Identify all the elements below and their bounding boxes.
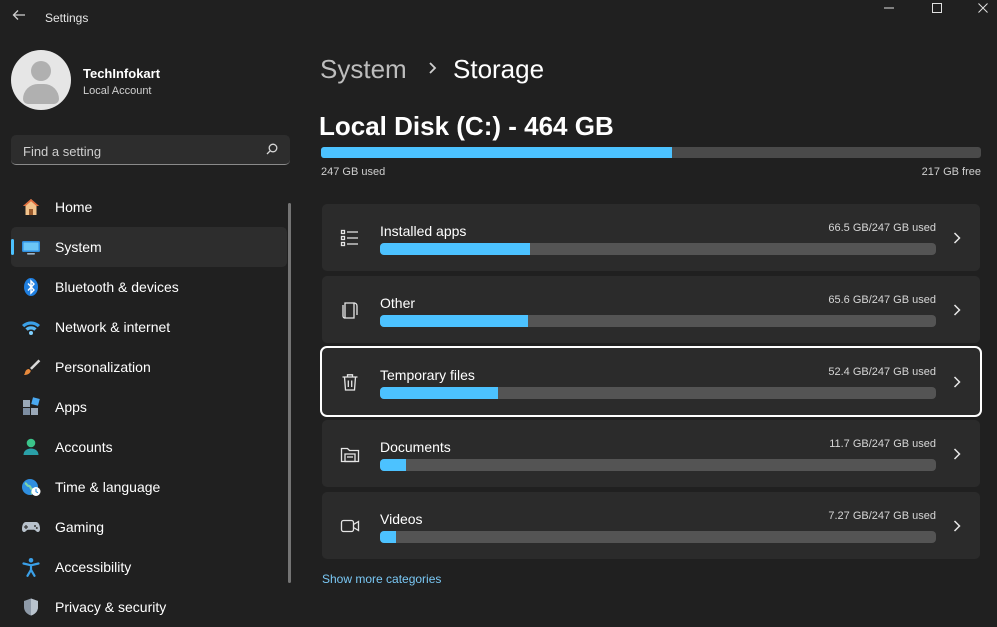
user-name: TechInfokart (83, 66, 161, 81)
category-usage-bar (380, 243, 936, 255)
sidebar-item-label: Apps (55, 399, 87, 415)
document-icon (342, 302, 358, 319)
window-title: Settings (45, 11, 89, 25)
bluetooth-icon (24, 278, 38, 296)
category-videos[interactable]: Videos 7.27 GB/247 GB used (322, 492, 980, 559)
chevron-right-icon (429, 62, 437, 74)
sidebar-nav: Home System Bluetooth & devices Network … (11, 187, 287, 627)
show-more-categories-link[interactable]: Show more categories (322, 572, 441, 586)
sidebar-item-bluetooth[interactable]: Bluetooth & devices (11, 267, 287, 307)
globe-icon (22, 479, 41, 496)
avatar[interactable] (11, 50, 71, 110)
category-label: Documents (380, 439, 451, 455)
category-size: 65.6 GB/247 GB used (828, 294, 936, 306)
category-size: 11.7 GB/247 GB used (829, 438, 936, 450)
folder-icon (340, 447, 360, 463)
disk-free-label: 217 GB free (921, 166, 981, 178)
storage-category-list: Installed apps 66.5 GB/247 GB used Other… (320, 204, 982, 564)
sidebar-item-label: Personalization (55, 359, 151, 375)
back-arrow-icon[interactable] (10, 8, 28, 26)
sidebar-item-label: Accounts (55, 439, 113, 455)
disk-used-label: 247 GB used (321, 166, 386, 178)
category-usage-bar (380, 459, 936, 471)
avatar-head-shape (31, 61, 51, 81)
sidebar-item-gaming[interactable]: Gaming (11, 507, 287, 547)
sidebar-item-network[interactable]: Network & internet (11, 307, 287, 347)
category-usage-fill (380, 315, 528, 327)
minimize-button[interactable] (866, 2, 912, 20)
wifi-icon (22, 321, 40, 335)
search-input[interactable] (21, 140, 265, 162)
chevron-right-icon (953, 376, 961, 388)
sidebar-item-label: Network & internet (55, 319, 171, 335)
category-label: Other (380, 295, 416, 311)
chevron-right-icon (953, 448, 961, 460)
disk-usage-bar (321, 147, 981, 158)
category-installed-apps[interactable]: Installed apps 66.5 GB/247 GB used (322, 204, 980, 271)
brush-icon (24, 359, 41, 376)
sidebar-item-label: Home (55, 199, 93, 215)
chevron-right-icon (953, 520, 961, 532)
close-button[interactable] (960, 2, 997, 20)
sidebar-item-accessibility[interactable]: Accessibility (11, 547, 287, 587)
account-type: Local Account (83, 85, 152, 97)
sidebar-item-label: Gaming (55, 519, 105, 535)
search-icon[interactable] (266, 143, 278, 155)
sidebar-item-system[interactable]: System (11, 227, 287, 267)
accounts-icon (23, 438, 39, 455)
sidebar-item-home[interactable]: Home (11, 187, 287, 227)
sidebar-item-label: System (55, 239, 102, 255)
sidebar-item-privacy-security[interactable]: Privacy & security (11, 587, 287, 627)
sidebar-item-personalization[interactable]: Personalization (11, 347, 287, 387)
system-icon (22, 241, 40, 255)
category-usage-bar (380, 531, 936, 543)
category-usage-fill (380, 243, 530, 255)
category-usage-fill (380, 531, 397, 543)
category-usage-fill (380, 459, 407, 471)
maximize-button[interactable] (914, 2, 960, 20)
sidebar-item-time-language[interactable]: Time & language (11, 467, 287, 507)
apps-icon (23, 397, 40, 415)
category-temporary-files[interactable]: Temporary files 52.4 GB/247 GB used (320, 346, 982, 417)
breadcrumb-parent[interactable]: System (320, 54, 407, 85)
search-box[interactable] (11, 135, 290, 165)
category-usage-bar (380, 315, 936, 327)
page-title: Storage (453, 54, 545, 84)
category-size: 66.5 GB/247 GB used (828, 222, 936, 234)
title-bar: Settings (0, 0, 997, 36)
sidebar-scrollbar[interactable] (288, 203, 291, 583)
category-documents[interactable]: Documents 11.7 GB/247 GB used (322, 420, 980, 487)
category-label: Temporary files (380, 367, 475, 383)
category-size: 7.27 GB/247 GB used (828, 510, 936, 522)
chevron-right-icon (953, 232, 961, 244)
shield-icon (24, 598, 38, 616)
video-icon (340, 519, 360, 533)
sidebar-item-label: Accessibility (55, 559, 132, 575)
sidebar-item-label: Privacy & security (55, 599, 167, 615)
category-size: 52.4 GB/247 GB used (828, 366, 936, 378)
category-label: Videos (380, 511, 423, 527)
sidebar-item-apps[interactable]: Apps (11, 387, 287, 427)
trash-icon (342, 374, 358, 391)
list-icon (340, 229, 358, 247)
gamepad-icon (22, 522, 40, 532)
category-other[interactable]: Other 65.6 GB/247 GB used (322, 276, 980, 343)
category-label: Installed apps (380, 223, 467, 239)
home-icon (23, 199, 39, 215)
chevron-right-icon (953, 304, 961, 316)
sidebar-item-label: Time & language (55, 479, 161, 495)
disk-title: Local Disk (C:) - 464 GB (319, 111, 614, 141)
category-usage-bar (380, 387, 936, 399)
avatar-body-shape (23, 84, 59, 104)
disk-usage-fill (321, 147, 673, 158)
sidebar-item-label: Bluetooth & devices (55, 279, 179, 295)
sidebar-item-accounts[interactable]: Accounts (11, 427, 287, 467)
category-usage-fill (380, 387, 498, 399)
accessibility-icon (22, 558, 40, 577)
